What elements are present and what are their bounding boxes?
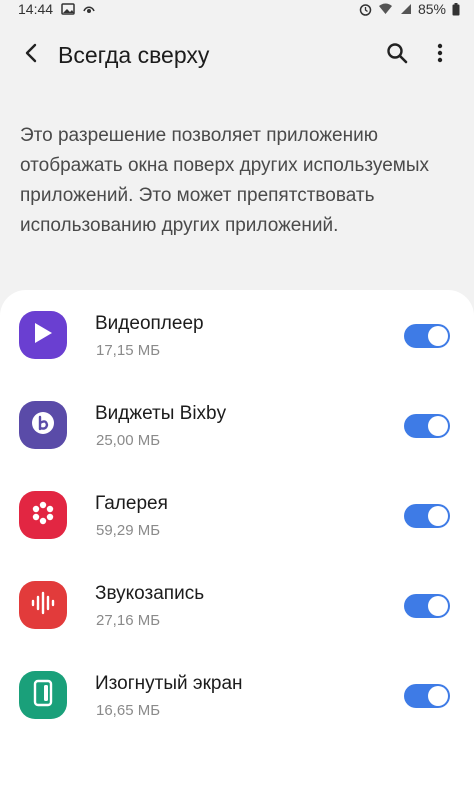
app-name: Видеоплеер [95,313,204,334]
app-size: 59,29 МБ [96,522,161,539]
overlay-toggle[interactable] [404,504,450,528]
search-icon [386,42,408,69]
list-item[interactable]: Звукозапись 27,16 МБ [0,560,474,650]
wifi-icon [378,3,393,15]
videoplayer-app-icon [19,311,67,359]
app-size: 25,00 МБ [96,432,161,449]
overlay-toggle[interactable] [404,324,450,348]
voice-recorder-app-icon [19,581,67,629]
toggle-knob [428,416,448,436]
edge-screen-app-icon [19,671,67,719]
overlay-toggle[interactable] [404,414,450,438]
edge-panel-icon [32,679,54,712]
app-name: Галерея [95,493,168,514]
back-button[interactable] [14,38,48,72]
toggle-knob [428,506,448,526]
status-time: 14:44 [18,1,54,17]
back-arrow-icon [23,42,39,69]
battery-icon [452,2,460,16]
gallery-app-icon [19,491,67,539]
alarm-icon [359,3,372,16]
app-bar: Всегда сверху [0,28,474,84]
bixby-widgets-app-icon [19,401,67,449]
app-size: 17,15 МБ [96,342,161,359]
flower-icon [30,500,56,531]
list-item[interactable]: Видеоплеер 17,15 МБ [0,290,474,380]
list-item[interactable]: Изогнутый экран 16,65 МБ [0,650,474,740]
more-options-button[interactable] [425,38,455,72]
overlay-toggle[interactable] [404,684,450,708]
image-icon [61,3,75,15]
status-bar: 14:44 85% [0,0,474,18]
toggle-knob [428,596,448,616]
battery-percent: 85% [417,1,446,17]
search-button[interactable] [380,38,414,72]
toggle-knob [428,326,448,346]
bixby-icon [30,410,56,441]
waveform-icon [30,591,56,620]
more-vert-icon [437,42,443,69]
list-item[interactable]: Галерея 59,29 МБ [0,470,474,560]
app-list: Видеоплеер 17,15 МБ Виджеты Bixby 25,00 … [0,290,474,801]
permission-description: Это разрешение позволяет приложению отоб… [20,125,429,236]
app-name: Изогнутый экран [95,673,243,694]
overlay-toggle[interactable] [404,594,450,618]
app-size: 27,16 МБ [96,612,161,629]
app-name: Виджеты Bixby [95,403,227,424]
page-title: Всегда сверху [58,42,210,68]
list-item[interactable]: Виджеты Bixby 25,00 МБ [0,380,474,470]
toggle-knob [428,686,448,706]
app-name: Звукозапись [95,583,205,604]
eye-icon [83,3,95,15]
app-size: 16,65 МБ [96,702,161,719]
signal-icon [399,3,412,15]
play-icon [32,321,54,350]
